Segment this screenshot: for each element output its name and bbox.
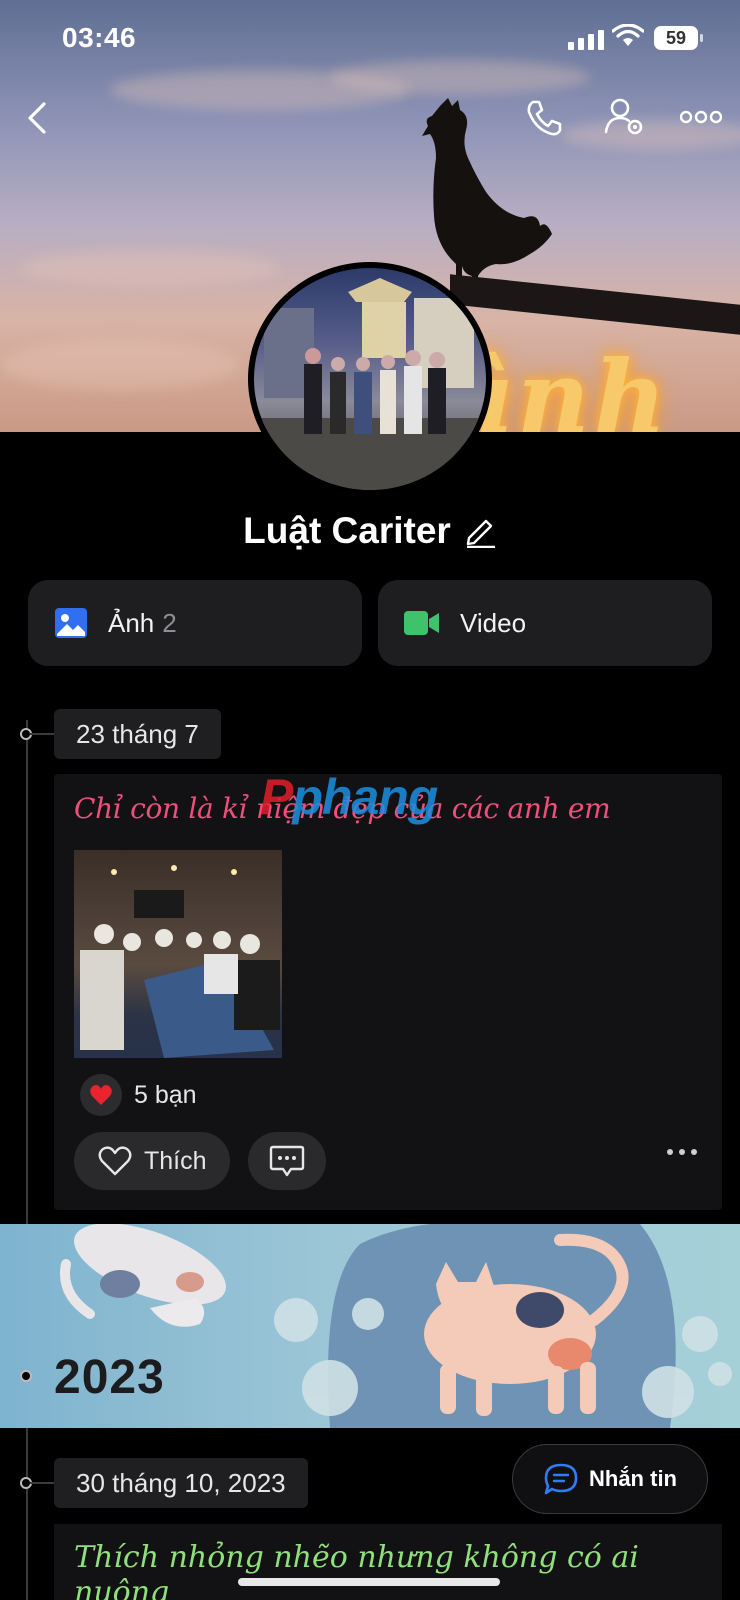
photos-tab[interactable]: Ảnh 2 [28, 580, 362, 666]
comment-icon [269, 1145, 305, 1177]
timeline-connector [30, 733, 56, 735]
wifi-icon [612, 24, 644, 46]
post-photo[interactable] [74, 850, 282, 1058]
send-message-label: Nhắn tin [589, 1466, 677, 1491]
profile-name-row: Luật Cariter [0, 510, 740, 552]
video-tab[interactable]: Video [378, 580, 712, 666]
comment-button[interactable] [248, 1132, 326, 1190]
timeline-connector-post2 [30, 1482, 56, 1484]
post-caption-2: Thích nhỏng nhẽo nhưng không có ai nuông [74, 1540, 639, 1600]
profile-settings-icon[interactable] [604, 96, 646, 138]
reaction-count: 5 bạn [134, 1080, 197, 1109]
timeline-line [26, 720, 28, 1600]
avatar-photo [254, 278, 486, 490]
chat-bubble-icon [544, 1463, 578, 1495]
date-chip-post1: 23 tháng 7 [54, 709, 221, 759]
video-camera-icon [404, 611, 439, 635]
phone-call-icon[interactable] [524, 98, 564, 138]
watermark-prefix: P [260, 769, 293, 825]
status-bar: 03:46 59 [0, 0, 740, 80]
post-card-2: Thích nhỏng nhẽo nhưng không có ai nuông [54, 1524, 722, 1600]
avatar[interactable] [248, 262, 492, 496]
heart-outline-icon [98, 1146, 132, 1176]
like-label: Thích [144, 1146, 207, 1175]
video-label: Video [460, 607, 527, 638]
heart-reaction-icon [80, 1074, 122, 1116]
photos-count: 2 [162, 607, 177, 638]
reaction-summary[interactable]: 5 bạn [80, 1074, 197, 1116]
year-label: 2023 [54, 1351, 165, 1404]
photos-label: Ảnh [108, 607, 155, 638]
like-button[interactable]: Thích [74, 1132, 230, 1190]
post-more-icon[interactable] [666, 1148, 698, 1156]
timeline-dot-year [20, 1370, 32, 1382]
sign-beam [450, 274, 740, 336]
photo-album-icon [55, 608, 87, 638]
edit-name-icon[interactable] [465, 514, 497, 548]
battery-icon: 59 [654, 26, 703, 50]
watermark-logo: Pphang [260, 768, 438, 826]
back-icon[interactable] [24, 100, 52, 136]
profile-name: Luật Cariter [243, 510, 451, 551]
post-card: Chỉ còn là kỉ niệm đẹp của các anh em Pp… [54, 769, 722, 1210]
sign-text: ình Mi [475, 338, 671, 432]
watermark-rest: phang [292, 769, 438, 825]
send-message-button[interactable]: Nhắn tin [512, 1444, 708, 1514]
more-options-icon[interactable] [680, 110, 722, 124]
home-indicator[interactable] [238, 1578, 500, 1586]
cellular-signal-icon [568, 30, 604, 50]
group-dinner-photo [80, 865, 280, 1058]
date-chip-post2: 30 tháng 10, 2023 [54, 1458, 308, 1508]
status-time: 03:46 [62, 22, 137, 53]
